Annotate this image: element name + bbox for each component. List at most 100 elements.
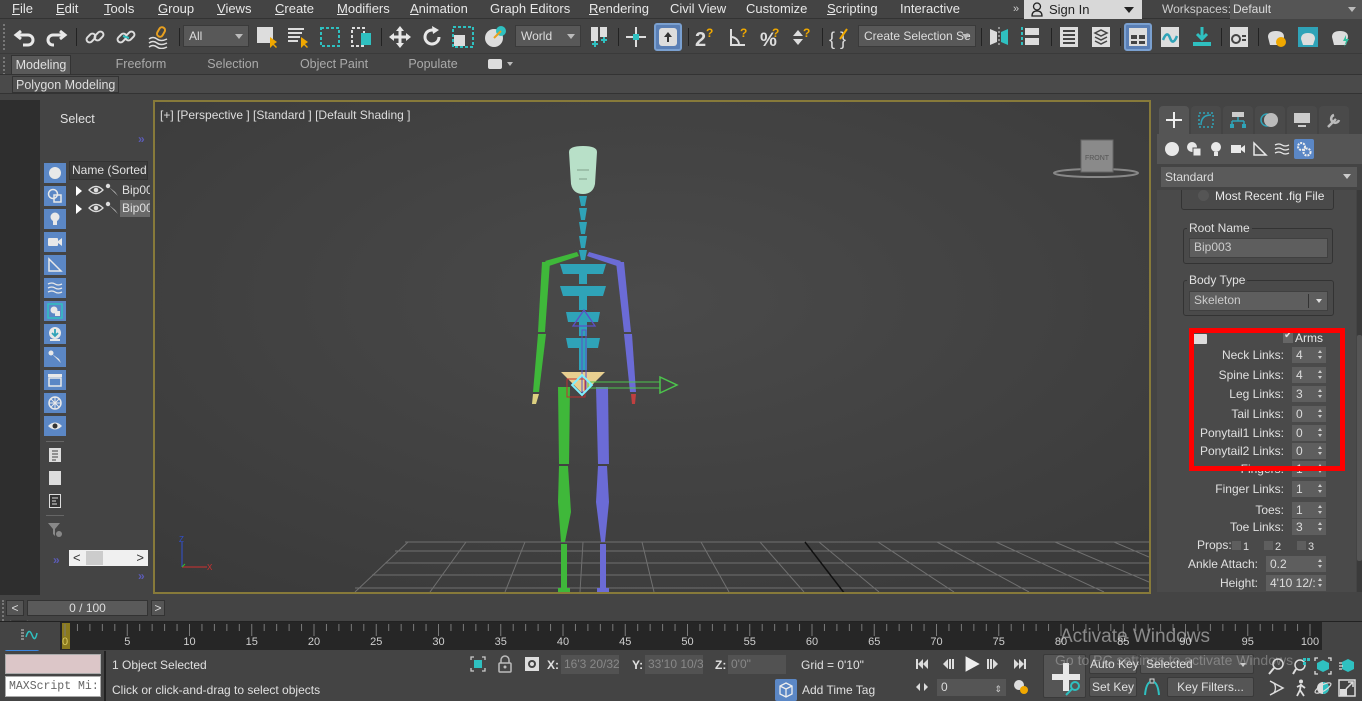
hierarchy-tab[interactable]	[1223, 106, 1253, 134]
scroll-thumb[interactable]	[86, 551, 103, 565]
placement-button[interactable]	[482, 23, 510, 51]
lights-category[interactable]	[1206, 139, 1226, 159]
current-frame-spinner[interactable]: 0 ⇕	[937, 679, 1006, 696]
zoom-extents-icon[interactable]	[1314, 657, 1332, 675]
spinner-value[interactable]: 0	[1292, 425, 1326, 441]
percent-snap-button[interactable]: %?	[757, 23, 785, 51]
neck-links-spinner[interactable]: Neck Links: 4	[1157, 347, 1326, 365]
ankle-attach-spinner[interactable]: Ankle Attach: 0.2	[1157, 556, 1326, 574]
go-to-end-button[interactable]	[1011, 656, 1029, 672]
set-key-button[interactable]: Set Key	[1089, 677, 1137, 697]
xrefs-filter-toggle[interactable]	[44, 324, 66, 344]
radio-button[interactable]	[1198, 190, 1209, 201]
rect-selection-region-button[interactable]	[316, 23, 344, 51]
object-name[interactable]: Bip00	[120, 200, 150, 217]
zoom-extents-all-icon[interactable]	[1338, 657, 1356, 675]
select-by-name-button[interactable]	[284, 23, 312, 51]
helpers-filter-toggle[interactable]	[44, 255, 66, 275]
set-keys-button[interactable]	[1043, 654, 1086, 698]
containers-filter-toggle[interactable]	[44, 370, 66, 390]
frozen-filter-toggle[interactable]	[44, 393, 66, 413]
menu-group[interactable]: Group	[158, 1, 194, 16]
mirror-button[interactable]	[985, 23, 1013, 51]
schematic-view-button[interactable]	[1188, 23, 1216, 51]
spinner-value[interactable]: 4	[1292, 367, 1326, 383]
angle-snap-button[interactable]: ?	[725, 23, 753, 51]
maxscript-mini-listener[interactable]: MAXScript Mi:	[5, 676, 101, 697]
scene-explorer-hscrollbar[interactable]: < >	[69, 550, 148, 566]
menu-graph-editors[interactable]: Graph Editors	[490, 1, 570, 16]
time-slider[interactable]: 0 / 100	[27, 600, 148, 616]
invert-display-button[interactable]	[44, 491, 66, 511]
scroll-right-icon[interactable]: >	[136, 550, 144, 566]
shapes-filter-toggle[interactable]	[44, 186, 66, 206]
next-frame-button[interactable]	[984, 656, 1002, 672]
menu-civil-view[interactable]: Civil View	[670, 1, 726, 16]
render-setup-button[interactable]	[1262, 23, 1290, 51]
ponytail2-links-spinner[interactable]: Ponytail2 Links: 0	[1157, 443, 1326, 461]
align-button[interactable]	[1017, 23, 1045, 51]
cameras-category[interactable]	[1228, 139, 1248, 159]
track-bar[interactable]: 0 5 10 15 20 25 30 35 40 45 50 55 60 65 70 75 80 85 90 95 10…	[60, 622, 1322, 650]
menu-file[interactable]: File	[12, 1, 33, 16]
scroll-left-icon[interactable]: <	[73, 550, 81, 566]
perspective-viewport[interactable]: [+] [Perspective ] [Standard ] [Default …	[153, 100, 1151, 594]
curve-editor-button[interactable]	[1156, 23, 1184, 51]
menu-views[interactable]: Views	[217, 1, 251, 16]
utilities-tab[interactable]	[1319, 106, 1349, 134]
ribbon-tab-modeling[interactable]: Modeling	[11, 55, 71, 74]
motion-tab[interactable]	[1255, 106, 1285, 134]
lights-filter-toggle[interactable]	[44, 209, 66, 229]
spinner-value[interactable]: 0	[1292, 443, 1326, 459]
expand-arrow-icon[interactable]	[76, 204, 82, 214]
height-spinner[interactable]: Height: 4'10 12/:	[1157, 575, 1326, 592]
spinner-snap-button[interactable]: ?	[788, 23, 816, 51]
toggle-ribbon-button[interactable]	[1124, 23, 1152, 51]
viewport-label-menu[interactable]: [+] [Perspective ] [Standard ] [Default …	[160, 108, 410, 122]
ribbon-tab-selection[interactable]: Selection	[195, 55, 271, 74]
default-in-out-tangents-icon[interactable]	[1143, 678, 1161, 696]
expand-chevron-icon[interactable]: »	[138, 569, 145, 583]
spinner-value[interactable]: 3	[1292, 386, 1326, 402]
layer-explorer-button[interactable]	[1087, 23, 1115, 51]
time-configuration-icon[interactable]	[1013, 679, 1029, 695]
spinner-value[interactable]: 1	[1292, 461, 1326, 477]
bind-space-warp-button[interactable]	[144, 23, 172, 51]
spine-links-spinner[interactable]: Spine Links: 4	[1157, 367, 1326, 385]
add-time-tag-label[interactable]: Add Time Tag	[802, 683, 875, 697]
object-type-dropdown[interactable]: Standard	[1161, 167, 1357, 187]
workspaces-dropdown[interactable]: Default	[1230, 0, 1362, 19]
ribbon-options-icon[interactable]	[488, 59, 502, 69]
menu-create[interactable]: Create	[275, 1, 314, 16]
undo-button[interactable]	[11, 23, 39, 51]
spinner-value[interactable]: 1	[1292, 481, 1326, 497]
menu-scripting[interactable]: Scripting	[827, 1, 878, 16]
rendered-frame-window-button[interactable]	[1294, 23, 1322, 51]
hidden-filter-toggle[interactable]	[44, 416, 66, 436]
move-button[interactable]	[386, 23, 414, 51]
spinner-value[interactable]: 0	[1292, 406, 1326, 422]
most-recent-fig-label[interactable]: Most Recent .fig File	[1215, 190, 1324, 203]
groups-filter-toggle[interactable]	[44, 301, 66, 321]
ponytail1-links-spinner[interactable]: Ponytail1 Links: 0	[1157, 425, 1326, 443]
ribbon-tab-object-paint[interactable]: Object Paint	[293, 55, 375, 74]
open-folder-icon[interactable]	[1193, 334, 1207, 344]
scroll-thumb[interactable]	[1357, 335, 1362, 561]
visibility-eye-icon[interactable]	[88, 202, 104, 214]
expand-chevron-icon[interactable]: »	[53, 553, 60, 567]
modify-tab[interactable]	[1191, 106, 1221, 134]
tail-links-spinner[interactable]: Tail Links: 0	[1157, 406, 1326, 424]
spinner-value[interactable]: 1	[1292, 502, 1326, 518]
mini-curve-editor-icon[interactable]	[20, 627, 38, 641]
cameras-filter-toggle[interactable]	[44, 232, 66, 252]
select-object-button[interactable]	[253, 23, 281, 51]
object-name[interactable]: Bip00	[120, 182, 150, 199]
geometry-category[interactable]	[1162, 139, 1182, 159]
zoom-all-icon[interactable]	[1292, 657, 1310, 675]
spinner-value[interactable]: 0.2	[1266, 556, 1326, 572]
spacewarps-filter-toggle[interactable]	[44, 278, 66, 298]
keyboard-shortcut-override-toggle[interactable]	[654, 23, 682, 51]
z-coord-field[interactable]: 0'0"	[728, 655, 786, 674]
auto-key-button[interactable]: Auto Key	[1089, 654, 1139, 674]
orbit-icon[interactable]	[1314, 679, 1332, 697]
